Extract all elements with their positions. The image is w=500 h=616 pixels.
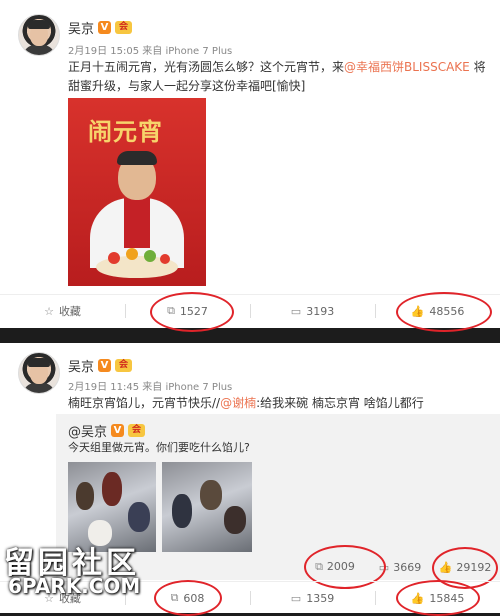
comment-button[interactable]: ▭ 3193 (250, 295, 375, 327)
repost-count: 608 (183, 591, 205, 605)
like-count: 48556 (429, 304, 465, 318)
quoted-text: 今天组里做元宵。你们要吃什么馅儿? (68, 441, 250, 454)
comment-icon: ▭ (290, 304, 302, 318)
post-text: 楠旺京宵馅儿，元宵节快乐//@谢楠:给我来碗 楠忘京宵 啥馅儿都行 (68, 394, 488, 413)
mention-link[interactable]: @谢楠 (220, 396, 256, 410)
post-text-part: :给我来碗 楠忘京宵 啥馅儿都行 (256, 396, 424, 410)
comment-icon: ▭ (378, 560, 390, 574)
post-text: 正月十五闹元宵，光有汤圆怎么够？这个元宵节，来@幸福西饼BLISSCAKE 将甜… (68, 58, 488, 96)
author-name[interactable]: 吴京 (68, 356, 94, 375)
quoted-photo-2[interactable] (162, 462, 252, 552)
author-name[interactable]: 吴京 (68, 18, 94, 37)
comment-count: 3193 (306, 304, 335, 318)
like-count: 15845 (429, 591, 465, 605)
like-count: 29192 (456, 560, 492, 574)
repost-button[interactable]: ⧉ 608 (125, 582, 250, 614)
watermark-url: 6PARK.COM (8, 574, 141, 598)
verified-badge-icon: V (98, 359, 112, 372)
favorite-button[interactable]: ☆ 收藏 (0, 295, 125, 327)
post-meta[interactable]: 2月19日 11:45 来自 iPhone 7 Plus (68, 378, 232, 393)
comment-icon: ▭ (290, 591, 302, 605)
post-text-part: 正月十五闹元宵，光有汤圆怎么够？这个元宵节，来 (68, 60, 345, 74)
post-action-bar: ☆ 收藏 ⧉ 1527 ▭ 3193 👍 48556 (0, 294, 500, 327)
post-meta[interactable]: 2月19日 15:05 来自 iPhone 7 Plus (68, 42, 232, 57)
star-icon: ☆ (44, 304, 54, 318)
thumbs-up-icon: 👍 (410, 304, 425, 318)
repost-icon: ⧉ (170, 591, 179, 604)
repost-icon: ⧉ (167, 304, 175, 317)
repost-icon: ⧉ (315, 560, 323, 573)
comment-button[interactable]: ▭ 1359 (250, 582, 375, 614)
post-image[interactable]: 闹元宵 (68, 98, 206, 286)
author-avatar[interactable] (18, 14, 60, 56)
like-button[interactable]: 👍 48556 (375, 295, 500, 327)
vip-badge-icon: 会 (115, 21, 133, 34)
mention-link[interactable]: @幸福西饼BLISSCAKE (344, 60, 470, 74)
like-button[interactable]: 👍 15845 (375, 582, 500, 614)
thumbs-up-icon: 👍 (410, 591, 425, 605)
verified-badge-icon: V (98, 21, 112, 34)
thumbs-up-icon: 👍 (438, 560, 453, 574)
comment-count: 1359 (306, 591, 335, 605)
favorite-label: 收藏 (58, 305, 81, 318)
quoted-like-button[interactable]: 👍 29192 (430, 561, 500, 574)
vip-badge-icon: 会 (115, 359, 133, 372)
verified-badge-icon: V (111, 424, 125, 437)
vip-badge-icon: 会 (128, 424, 146, 437)
quoted-comment-button[interactable]: ▭ 3669 (370, 561, 430, 574)
author-avatar[interactable] (18, 352, 60, 394)
repost-count: 1527 (179, 304, 208, 318)
author-row: 吴京 V 会 (68, 356, 133, 375)
author-row: 吴京 V 会 (68, 18, 133, 37)
poster-title: 闹元宵 (88, 117, 163, 146)
quoted-action-bar: ⧉ 2009 ▭ 3669 👍 29192 (300, 556, 500, 578)
comment-count: 3669 (393, 560, 422, 574)
weibo-post-1: 吴京 V 会 2月19日 15:05 来自 iPhone 7 Plus 正月十五… (0, 0, 500, 332)
post-text-part: 楠旺京宵馅儿，元宵节快乐// (68, 396, 221, 410)
repost-button[interactable]: ⧉ 1527 (125, 295, 250, 327)
quoted-repost-button[interactable]: ⧉ 2009 (300, 560, 370, 574)
repost-count: 2009 (326, 560, 355, 573)
